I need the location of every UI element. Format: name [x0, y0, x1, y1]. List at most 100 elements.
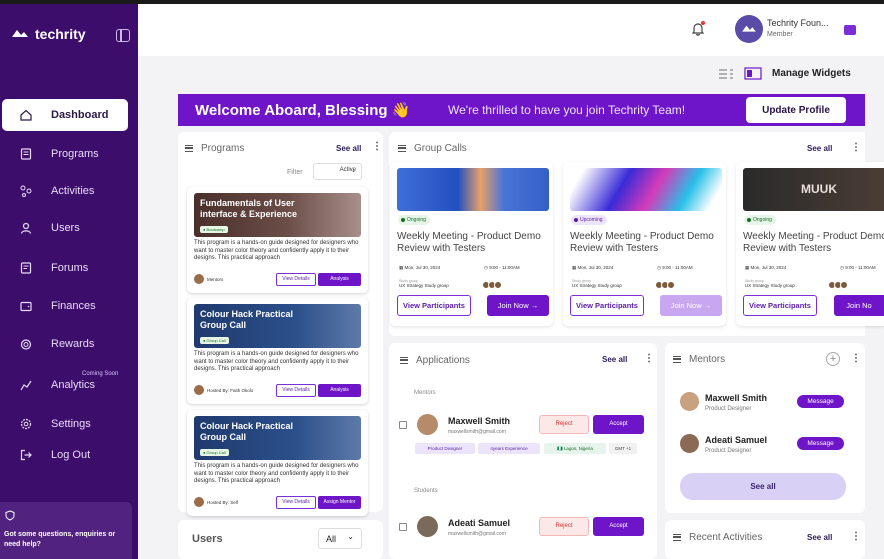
avatar — [680, 434, 699, 453]
program-card[interactable]: Fundamentals of User interface & Experie… — [187, 187, 368, 293]
applications-see-all[interactable]: See all — [602, 355, 627, 364]
applicant-name: Adeati Samuel — [448, 518, 511, 528]
accept-button[interactable]: Accept — [593, 415, 644, 434]
filter-select[interactable]: Active ⌄ — [313, 163, 362, 180]
analysis-button[interactable]: Analysis — [318, 273, 361, 286]
reject-button[interactable]: Reject — [539, 517, 589, 536]
program-card[interactable]: Colour Hack Practical Group Call ● Group… — [187, 298, 368, 404]
kebab-menu-icon[interactable]: ⋮ — [851, 354, 861, 364]
sidebar-item-users[interactable]: Users — [0, 212, 138, 244]
app-name: techrity — [35, 26, 86, 42]
program-image: Fundamentals of User interface & Experie… — [194, 193, 361, 237]
accept-button[interactable]: Accept — [593, 517, 644, 536]
chip-timezone: GMT +1 — [609, 443, 637, 454]
select-checkbox[interactable] — [399, 421, 407, 429]
group-call-title: Weekly Meeting - Product Demo Review wit… — [397, 231, 541, 254]
recent-see-all[interactable]: See all — [807, 533, 832, 542]
program-tag: ● Group Call — [200, 337, 229, 344]
notification-button[interactable] — [691, 21, 705, 41]
program-card[interactable]: Colour Hack Practical Group Call ● Group… — [187, 410, 368, 516]
help-box[interactable]: Got some questions, enquiries or need he… — [0, 502, 132, 559]
chat-icon[interactable] — [844, 25, 856, 35]
study-group-name: UX Strategy Study group — [745, 283, 795, 288]
view-details-button[interactable]: View Details — [276, 273, 316, 286]
message-button[interactable]: Message — [797, 395, 844, 408]
study-group: Study group UX Strategy Study group — [572, 279, 622, 288]
kebab-menu-icon[interactable]: ⋮ — [851, 143, 861, 153]
applications-header: Applications — [400, 355, 470, 366]
view-participants-button[interactable]: View Participants — [570, 295, 644, 316]
assign-mentor-button[interactable]: Assign Mentor — [318, 496, 361, 509]
group-call-image: MUUK — [743, 168, 884, 211]
participants-avatars — [655, 281, 675, 289]
time-text: 9:00 - 11:00AM — [489, 265, 520, 270]
users-filter-select[interactable]: All ⌄ — [318, 528, 362, 549]
sidebar-item-label: Users — [51, 222, 80, 234]
app-logo[interactable]: techrity — [10, 26, 86, 42]
drag-handle-icon[interactable] — [673, 356, 681, 363]
kebab-menu-icon[interactable]: ⋮ — [851, 532, 861, 542]
widget-view-icon[interactable] — [744, 67, 762, 80]
sidebar-item-logout[interactable]: Log Out — [0, 439, 138, 471]
group-call-image — [570, 168, 722, 211]
view-details-button[interactable]: View Details — [276, 384, 316, 397]
join-now-button[interactable]: Join Now → — [660, 295, 722, 316]
collapse-sidebar-icon[interactable] — [116, 29, 130, 42]
sidebar-item-activities[interactable]: Activities — [0, 175, 138, 207]
chip-location: 🇳🇬 Lagos, Nigeria — [544, 443, 606, 454]
program-title: Colour Hack Practical Group Call — [200, 421, 294, 442]
sidebar-item-programs[interactable]: Programs — [0, 138, 138, 170]
sidebar-item-rewards[interactable]: Rewards — [0, 328, 138, 360]
program-host: Hosted By: Self — [194, 497, 238, 507]
logout-icon — [20, 449, 32, 461]
view-participants-button[interactable]: View Participants — [397, 295, 471, 316]
sidebar-item-dashboard[interactable]: Dashboard — [2, 99, 128, 131]
date-text: Mon, Jul 30, 2024 — [750, 265, 787, 270]
add-mentor-icon[interactable]: + — [826, 352, 840, 366]
call-date: ▦ Mon, Jul 30, 2024 — [572, 265, 614, 270]
user-name[interactable]: Techrity Foun... — [767, 18, 829, 28]
sidebar-item-settings[interactable]: Settings — [0, 408, 138, 440]
drag-handle-icon[interactable] — [400, 357, 408, 364]
avatar[interactable] — [735, 15, 763, 43]
kebab-menu-icon[interactable]: ⋮ — [372, 142, 382, 152]
user-icon — [20, 222, 32, 234]
avatar — [680, 392, 699, 411]
analysis-button[interactable]: Analysis — [318, 384, 361, 397]
welcome-subtitle: We're thrilled to have you join Techrity… — [448, 103, 686, 117]
drag-handle-icon[interactable] — [673, 534, 681, 541]
study-group: Study group UX Strategy Study group — [399, 279, 449, 288]
reject-button[interactable]: Reject — [539, 415, 589, 434]
group-call-card[interactable]: Ongoing Weekly Meeting - Product Demo Re… — [390, 162, 553, 326]
sidebar-item-finances[interactable]: Finances — [0, 290, 138, 322]
join-now-button[interactable]: Join Now → — [487, 295, 549, 316]
gear-icon — [20, 418, 32, 430]
avatar — [194, 274, 204, 284]
mentors-see-all-button[interactable]: See all — [680, 473, 846, 500]
chip-role: Product Designer — [415, 443, 475, 454]
programs-see-all[interactable]: See all — [336, 144, 361, 153]
view-participants-button[interactable]: View Participants — [743, 295, 817, 316]
update-profile-button[interactable]: Update Profile — [746, 97, 846, 123]
sidebar-item-forums[interactable]: Forums — [0, 252, 138, 284]
sidebar: techrity Dashboard Programs Activities U… — [0, 4, 138, 559]
mentors-section-label: Mentors — [414, 390, 436, 396]
list-view-icon[interactable] — [718, 68, 734, 80]
group-call-card[interactable]: Upcoming Weekly Meeting - Product Demo R… — [563, 162, 726, 326]
call-date: ▦ Mon, Jul 30, 2024 — [745, 265, 787, 270]
manage-widgets-button[interactable]: Manage Widgets — [772, 68, 851, 79]
call-time: ◷ 9:00 - 11:00AM — [484, 265, 520, 270]
drag-handle-icon[interactable] — [398, 145, 406, 152]
sidebar-item-analytics[interactable]: Analytics Coming Soon — [0, 369, 138, 401]
drag-handle-icon[interactable] — [185, 145, 193, 152]
view-details-button[interactable]: View Details — [276, 496, 316, 509]
select-checkbox[interactable] — [399, 523, 407, 531]
program-title: Fundamentals of User interface & Experie… — [200, 198, 298, 219]
group-call-card[interactable]: MUUK Ongoing Weekly Meeting - Product De… — [736, 162, 884, 326]
program-host: Hosted By: Faith Okolo — [194, 385, 253, 395]
group-calls-see-all[interactable]: See all — [807, 144, 832, 153]
kebab-menu-icon[interactable]: ⋮ — [644, 354, 654, 364]
message-button[interactable]: Message — [797, 437, 844, 450]
join-now-button[interactable]: Join No — [834, 295, 884, 316]
welcome-banner: Welcome Aboard, Blessing 👋 We're thrille… — [178, 94, 865, 126]
